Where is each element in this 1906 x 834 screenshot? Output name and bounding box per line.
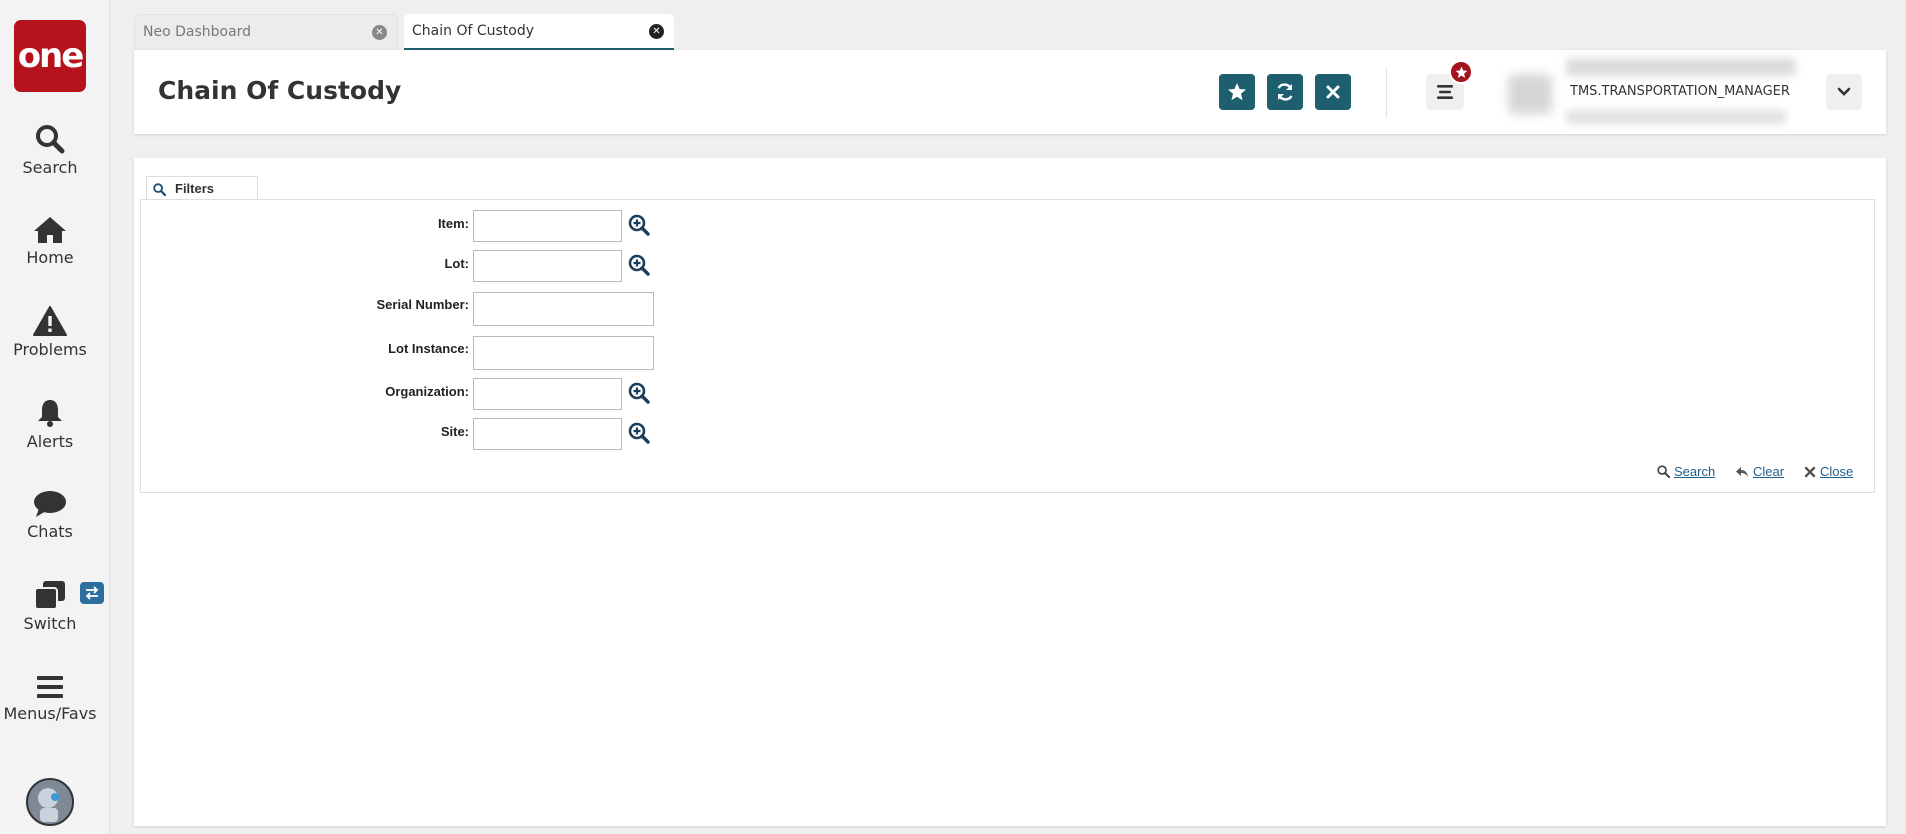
chevron-down-icon [1837,87,1851,96]
nav-item-problems[interactable]: Problems [0,306,100,359]
star-icon [1228,83,1246,101]
swap-arrows-icon [85,586,99,600]
switch-icon [34,581,65,610]
zoom-in-lookup-icon[interactable] [628,422,650,444]
chat-icon [34,491,66,517]
user-org-blurred [1566,58,1796,76]
close-action-label: Close [1820,464,1854,479]
nav-label-menus-favs: Menus/Favs [3,704,97,723]
star-icon [1455,66,1467,78]
logo-text: one [17,36,85,76]
lot-instance-input[interactable] [473,336,654,370]
search-icon [36,125,65,154]
user-name[interactable]: TMS.TRANSPORTATION_MANAGER [1570,84,1790,99]
page-header: Chain Of Custody TMS.TRANSPORTATION_MANA… [134,50,1886,134]
lot-label: Lot: [444,256,469,271]
hamburger-icon [1437,85,1453,99]
assistant-avatar[interactable] [26,778,74,826]
zoom-in-lookup-icon[interactable] [628,254,650,276]
refresh-button[interactable] [1267,74,1303,110]
switch-badge[interactable] [80,582,104,604]
tab-close-icon[interactable]: ✕ [649,24,664,39]
app-logo[interactable]: one [14,20,86,92]
item-input[interactable] [473,210,622,242]
search-action-link[interactable]: Search [1657,464,1715,479]
tab-label: Neo Dashboard [143,24,252,40]
page-title: Chain Of Custody [158,76,402,105]
item-label: Item: [437,216,469,231]
nav-item-alerts[interactable]: Alerts [0,398,100,451]
nav-item-chats[interactable]: Chats [0,490,100,541]
tab-chain-of-custody[interactable]: Chain Of Custody ✕ [404,14,674,50]
clear-action-link[interactable]: Clear [1735,464,1784,479]
search-icon [153,183,166,196]
nav-label-switch: Switch [23,614,77,633]
user-detail-blurred [1566,110,1786,124]
search-icon [1657,465,1670,478]
close-page-button[interactable] [1315,74,1351,110]
nav-label-problems: Problems [13,340,87,359]
lot-instance-label: Lot Instance: [388,341,469,356]
nav-label-alerts: Alerts [26,432,74,451]
robot-avatar-icon [28,780,72,824]
organization-label: Organization: [385,384,469,399]
tab-neo-dashboard[interactable]: Neo Dashboard ✕ [134,14,398,50]
organization-input[interactable] [473,378,622,410]
tab-label: Chain Of Custody [412,23,535,39]
user-dropdown-button[interactable] [1826,74,1862,110]
menu-icon [37,676,63,698]
serial-number-label: Serial Number: [376,297,469,312]
site-label: Site: [440,424,469,439]
site-input[interactable] [473,418,622,450]
close-icon [1804,466,1816,477]
left-nav: one Search Home Problems Alerts Chats Sw… [0,0,110,834]
favorites-badge[interactable] [1449,60,1473,84]
refresh-icon [1277,83,1293,101]
zoom-in-lookup-icon[interactable] [628,214,650,236]
serial-number-input[interactable] [473,292,654,326]
search-action-label: Search [1674,464,1716,479]
close-action-link[interactable]: Close [1804,464,1853,479]
nav-label-chats: Chats [27,522,73,541]
user-org-icon [1508,74,1552,114]
filters-tab-label: Filters [175,181,215,196]
main-panel: Filters Item: Lot: Serial Number: Lot In… [134,158,1886,826]
clear-action-label: Clear [1753,464,1785,479]
warning-icon [33,306,67,336]
close-icon [1326,85,1340,99]
zoom-in-lookup-icon[interactable] [628,382,650,404]
header-divider [1386,68,1387,118]
home-icon [34,217,66,243]
favorite-button[interactable] [1219,74,1255,110]
filters-panel: Item: Lot: Serial Number: Lot Instance: … [140,199,1875,493]
tab-close-icon[interactable]: ✕ [372,25,387,40]
nav-label-search: Search [22,158,78,177]
nav-label-home: Home [26,248,74,267]
filters-tab[interactable]: Filters [146,176,258,200]
nav-item-search[interactable]: Search [0,124,100,177]
bell-icon [38,400,62,427]
lot-input[interactable] [473,250,622,282]
nav-item-home[interactable]: Home [0,216,100,267]
undo-arrow-icon [1736,466,1748,477]
nav-item-menus-favs[interactable]: Menus/Favs [0,674,100,723]
